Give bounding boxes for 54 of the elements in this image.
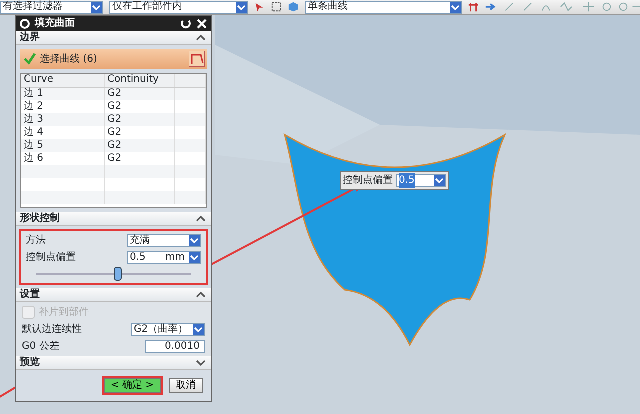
field-label: 方法 <box>26 234 46 248</box>
reset-icon[interactable] <box>180 18 192 30</box>
dialog-title: 填充曲面 <box>35 16 76 31</box>
table-cell: 边 5 <box>21 139 104 152</box>
section-title: 形状控制 <box>20 212 60 226</box>
tooltip-input-field[interactable]: 0.5 <box>396 174 446 187</box>
offset-input-field[interactable]: 0.5 mm <box>127 250 201 264</box>
section-header[interactable]: 形状控制 <box>16 212 211 226</box>
dropdown-arrow-icon[interactable] <box>236 2 247 12</box>
section-title: 设置 <box>20 288 40 302</box>
section-header[interactable]: 预览 <box>16 356 211 370</box>
dropdown-arrow-icon[interactable] <box>434 175 445 186</box>
filter-dropdown[interactable]: 单条曲线 <box>304 0 462 14</box>
table-cell: G2 <box>104 113 174 126</box>
table-cell: 边 3 <box>21 113 104 126</box>
cube-icon[interactable] <box>288 1 299 13</box>
section-header[interactable]: 设置 <box>16 288 211 302</box>
continuity-dropdown[interactable]: G2（曲率） <box>131 322 205 336</box>
column-header[interactable]: Curve <box>21 74 104 87</box>
dropdown-arrow-icon[interactable] <box>193 324 204 334</box>
square-select-icon[interactable] <box>270 1 282 13</box>
close-icon[interactable] <box>196 18 208 30</box>
table-cell: 边 1 <box>21 87 104 100</box>
select-curve-row[interactable]: 选择曲线 (6) <box>20 49 207 69</box>
table-cell: G2 <box>104 139 174 152</box>
column-header[interactable]: Continuity <box>104 74 174 87</box>
method-dropdown[interactable]: 充满 <box>127 234 201 246</box>
ok-button[interactable]: < 确定 > <box>104 378 161 393</box>
cancel-button[interactable]: 取消 <box>169 378 203 393</box>
filter-dropdown[interactable]: 有选择过滤器 <box>0 0 104 14</box>
gear-icon[interactable] <box>19 18 31 30</box>
dropdown-arrow-icon[interactable] <box>189 234 200 246</box>
dropdown-arrow-icon[interactable] <box>91 2 102 12</box>
section-header[interactable]: 边界 <box>16 31 211 45</box>
slider-thumb[interactable] <box>114 267 122 281</box>
filter-dropdown[interactable]: 仅在工作部件内 <box>109 0 248 14</box>
pin-icon[interactable] <box>468 1 479 13</box>
dropdown-arrow-icon[interactable] <box>189 252 200 262</box>
selection-label: 选择曲线 (6) <box>40 52 98 66</box>
tooltip-label: 控制点偏置 <box>343 174 393 188</box>
curve-select-icon[interactable] <box>189 51 205 67</box>
section-title: 预览 <box>20 356 40 370</box>
arrow-right-icon[interactable] <box>484 1 496 13</box>
dropdown-arrow-icon[interactable] <box>450 2 461 12</box>
field-label: 默认边连续性 <box>22 322 82 336</box>
cursor-icon[interactable] <box>254 1 265 13</box>
tolerance-input-field[interactable]: 0.0010 <box>145 340 205 352</box>
field-label: G0 公差 <box>22 340 60 354</box>
table-cell: G2 <box>104 87 174 100</box>
checkbox-label: 补片到部件 <box>39 306 89 320</box>
field-label: 控制点偏置 <box>26 250 76 264</box>
checkmark-icon <box>24 53 36 65</box>
unit-label: mm <box>166 250 185 264</box>
section-title: 边界 <box>20 30 40 45</box>
